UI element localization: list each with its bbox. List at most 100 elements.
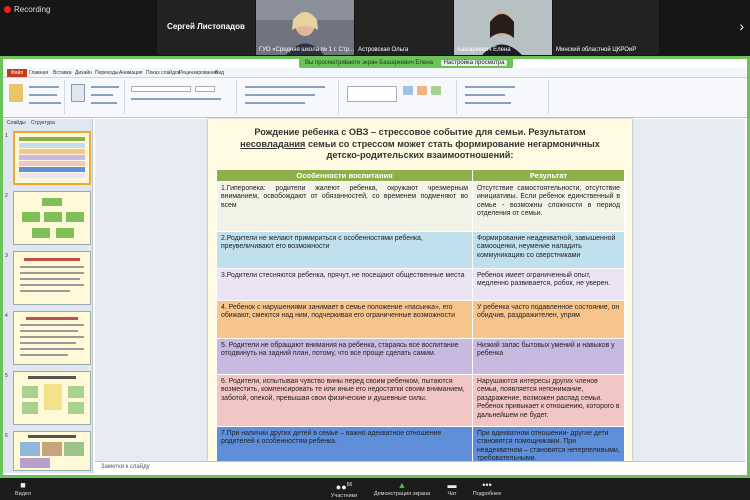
table-cell: 5. Родители не обращают внимания на ребе…	[216, 338, 473, 375]
table-row: 1.Гиперопека: родители жалеют ребенка, о…	[216, 181, 625, 232]
sharing-banner-text: Вы просматриваете экран Башаркевич Елена	[305, 60, 433, 66]
ribbon-tabs: Файл Главная Вставка Дизайн Переходы Ани…	[3, 68, 747, 78]
slide-thumbnail[interactable]	[13, 431, 91, 471]
participants-count: 56	[346, 482, 353, 488]
table-cell: У ребенка часто подавленное состояние, о…	[472, 300, 625, 339]
video-camera-icon: ■	[20, 480, 26, 490]
slide-thumbnail[interactable]	[13, 371, 91, 425]
participant-tile[interactable]: Башаркевич Елена	[454, 0, 552, 55]
slide-title-underlined-word: несовладания	[240, 138, 306, 149]
more-button[interactable]: ••• Подробнее	[470, 480, 504, 497]
share-screen-button[interactable]: ▲ Демонстрация экрана	[370, 480, 434, 497]
parenting-table: Особенности воспитания Результат 1.Гипер…	[216, 169, 625, 468]
slide-title-line-1: Рождение ребенка с ОВЗ – стрессовое собы…	[254, 127, 586, 137]
recording-label: Recording	[14, 5, 51, 14]
table-cell: Отсутствие самостоятельности, отсутствие…	[472, 181, 625, 232]
slide-title-line-3: детско-родительских взаимоотношений:	[326, 150, 514, 160]
ribbon-tab[interactable]: Вид	[215, 70, 224, 76]
slide-editor: Рождение ребенка с ОВЗ – стрессовое собы…	[95, 119, 745, 468]
slide-thumbnail-preview	[20, 317, 84, 356]
slide-thumbnail[interactable]	[13, 251, 91, 305]
ribbon-tab[interactable]: Главная	[29, 70, 48, 76]
thumb-number: 2	[5, 193, 8, 199]
ribbon-tab[interactable]: Показ слайдов	[146, 70, 180, 76]
participant-name: Сергей Листопадов	[167, 22, 245, 31]
table-cell: 3.Родители стесняются ребенка, прячут, н…	[216, 268, 473, 301]
slide-thumbnail-preview	[20, 258, 84, 292]
table-cell: 1.Гиперопека: родители жалеют ребенка, о…	[216, 181, 473, 232]
slide-notes[interactable]: Заметки к слайду	[95, 461, 745, 473]
more-label: Подробнее	[472, 491, 502, 497]
share-screen-icon: ▲	[397, 480, 407, 490]
participant-tile[interactable]: ГУО «Средняя школа № 1 г. Стр...	[256, 0, 354, 55]
more-dots-icon: •••	[482, 480, 492, 490]
slide-thumbnail-preview	[19, 137, 85, 178]
table-cell: Нарушаются интересы других членов семьи,…	[472, 374, 625, 427]
table-header-cell: Результат	[472, 169, 625, 182]
font-group	[127, 80, 237, 114]
chevron-right-icon: ›	[739, 18, 744, 34]
panel-tabs: Слайды Структура	[3, 119, 93, 127]
next-page-button[interactable]: ›	[662, 0, 750, 55]
participant-tile[interactable]: Сергей Листопадов	[157, 0, 255, 55]
paste-icon[interactable]	[9, 84, 23, 102]
slides-panel-tab[interactable]: Слайды	[7, 120, 26, 126]
outline-panel-tab[interactable]: Структура	[31, 120, 55, 126]
new-slide-icon[interactable]	[71, 84, 85, 102]
ribbon	[3, 78, 747, 118]
table-row: 2.Родители не желают примириться с особе…	[216, 231, 625, 269]
slide-thumbnail-preview	[22, 376, 84, 414]
paragraph-group	[239, 80, 339, 114]
slides-group	[67, 80, 125, 114]
participants-icon: ●●56	[335, 482, 353, 492]
table-cell: 2.Родители не желают примириться с особе…	[216, 231, 473, 269]
view-options-menu[interactable]: Настройка просмотра	[440, 60, 508, 66]
participant-name: Башаркевич Елена	[457, 47, 511, 53]
participant-name: Астровская Ольга	[358, 47, 409, 53]
table-row: 5. Родители не обращают внимания на ребе…	[216, 338, 625, 375]
video-label: Видео	[14, 491, 32, 497]
table-header-cell: Особенности воспитания	[216, 169, 473, 182]
view-options-label: Настройка просмотра	[443, 60, 505, 66]
slide-title: Рождение ребенка с ОВЗ – стрессовое собы…	[216, 127, 624, 162]
video-button[interactable]: ■ Видео	[8, 480, 38, 497]
record-dot-icon	[4, 6, 11, 13]
thumb-number: 5	[5, 373, 8, 379]
ribbon-tab[interactable]: Переходы	[95, 70, 118, 76]
slide-thumbnail-preview	[20, 435, 84, 468]
shared-screen: Вы просматриваете экран Башаркевич Елена…	[0, 56, 750, 478]
thumb-number: 6	[5, 433, 8, 439]
table-cell: 6. Родители, испытывая чувство вины пере…	[216, 374, 473, 427]
current-slide[interactable]: Рождение ребенка с ОВЗ – стрессовое собы…	[208, 119, 632, 468]
participant-name: Минский областной ЦКРОиР	[556, 47, 637, 53]
slide-thumbnail[interactable]	[13, 131, 91, 185]
slide-title-line-2-rest: семьи со стрессом может стать формирован…	[305, 138, 600, 149]
slide-thumbnail[interactable]	[13, 311, 91, 365]
table-cell: Ребенок имеет ограниченный опыт, медленн…	[472, 268, 625, 301]
ribbon-tab[interactable]: Вставка	[53, 70, 72, 76]
slide-thumbnail[interactable]	[13, 191, 91, 245]
meeting-toolbar: ■ Видео ●●56 Участники ▲ Демонстрация эк…	[0, 478, 750, 500]
chat-icon: ▬	[447, 480, 457, 490]
file-tab[interactable]: Файл	[7, 69, 28, 77]
chat-label: Чат	[447, 491, 457, 497]
participants-button[interactable]: ●●56 Участники	[322, 480, 366, 499]
thumb-number: 1	[5, 133, 8, 139]
participant-strip: Recording Сергей Листопадов ГУО «Средняя…	[0, 0, 750, 56]
chat-button[interactable]: ▬ Чат	[440, 480, 464, 497]
table-cell: 4. Ребенок с нарушениями занимает в семь…	[216, 300, 473, 339]
ribbon-tab[interactable]: Анимация	[119, 70, 142, 76]
share-screen-label: Демонстрация экрана	[373, 491, 431, 497]
table-row: 3.Родители стесняются ребенка, прячут, н…	[216, 268, 625, 301]
editing-group	[459, 80, 549, 114]
participant-tile[interactable]: Астровская Ольга	[355, 0, 453, 55]
participant-name: ГУО «Средняя школа № 1 г. Стр...	[259, 47, 354, 53]
table-row: 6. Родители, испытывая чувство вины пере…	[216, 374, 625, 427]
slide-thumbnail-preview	[22, 198, 84, 238]
table-cell: Формирование неадекватной, завышенной са…	[472, 231, 625, 269]
slide-title-line-2: несовладания семьи со стрессом может ста…	[216, 139, 624, 151]
ribbon-tab[interactable]: Рецензирование	[179, 70, 218, 76]
drawing-group	[341, 80, 457, 114]
participant-tile[interactable]: Минский областной ЦКРОиР	[553, 0, 659, 55]
ribbon-tab[interactable]: Дизайн	[75, 70, 92, 76]
